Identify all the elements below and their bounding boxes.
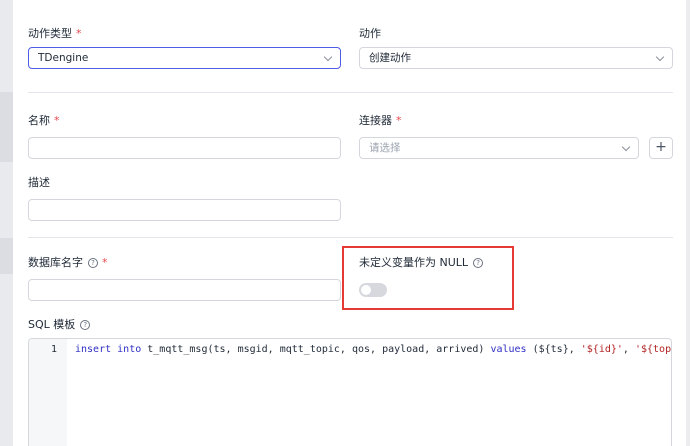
action-value: 创建动作 [369,52,411,64]
toggle-knob [361,285,371,295]
scrollbar-track[interactable] [686,0,690,446]
backdrop-left [0,0,13,446]
connector-placeholder: 请选择 [369,142,401,154]
sql-token-plain: t_mqtt_msg(ts, msgid, mqtt_topic, qos, p… [141,344,491,355]
section-divider [28,92,673,93]
chevron-down-icon [655,52,665,62]
sql-token-keyword: values [490,344,527,355]
question-circle-icon[interactable]: ? [88,258,98,268]
action-type-select[interactable]: TDengine [28,47,341,69]
action-label: 动作 [359,27,381,40]
sql-token-string: '${topic}' [634,344,672,355]
plus-icon: + [655,139,667,155]
sql-code-line[interactable]: insert into t_mqtt_msg(ts, msgid, mqtt_t… [75,344,672,355]
action-type-value: TDengine [38,52,89,64]
description-label: 描述 [28,176,50,189]
action-select[interactable]: 创建动作 [359,47,673,69]
sql-template-label: SQL 模板? [28,318,91,332]
line-number: 1 [50,344,57,355]
sql-token-plain: , [622,344,635,355]
sql-token-plain: (${ts}, [526,344,581,355]
undefined-null-label: 未定义变量作为 NULL? [359,256,484,270]
sql-token-string: '${id}' [580,344,623,355]
chevron-down-icon [323,52,333,62]
question-circle-icon[interactable]: ? [80,320,91,330]
backdrop-segment [0,238,13,274]
undefined-null-toggle[interactable] [359,283,387,297]
name-label: 名称 * [28,114,60,127]
description-input[interactable] [28,199,341,221]
sql-editor[interactable]: 1 insert into t_mqtt_msg(ts, msgid, mqtt… [28,338,672,446]
backdrop-segment [0,92,13,162]
action-type-label: 动作类型 * [28,27,82,40]
add-connector-button[interactable]: + [649,137,673,159]
connector-select[interactable]: 请选择 [359,137,639,159]
section-divider [28,237,673,238]
chevron-down-icon [621,142,631,152]
sql-token-keyword: insert [75,344,112,355]
database-label: 数据库名字? * [28,256,108,269]
connector-label: 连接器 * [359,114,402,127]
question-circle-icon[interactable]: ? [473,258,484,268]
sql-token-keyword: into [117,344,142,355]
editor-gutter: 1 [29,339,67,446]
name-input[interactable] [28,137,341,159]
database-input[interactable] [28,279,341,301]
